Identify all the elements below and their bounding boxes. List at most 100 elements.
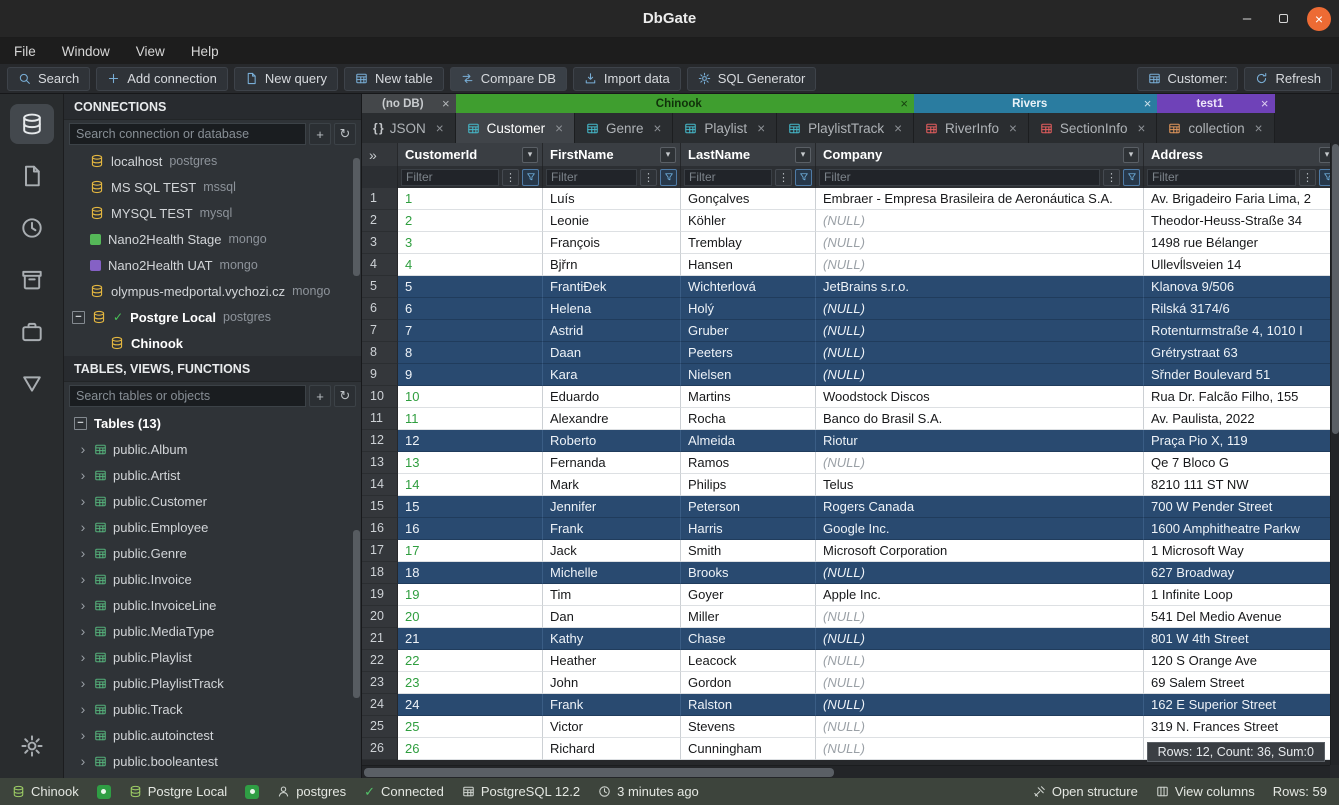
connection-search-input[interactable] — [69, 123, 306, 145]
filter-funnel-icon[interactable] — [660, 169, 677, 186]
row-number[interactable]: 19 — [362, 584, 398, 606]
menu-window[interactable]: Window — [62, 44, 110, 59]
table-row[interactable]: 77AstridGruber(NULL)Rotenturmstraße 4, 1… — [362, 320, 1339, 342]
chevron-right-icon[interactable]: › — [78, 441, 88, 457]
cell-company[interactable]: (NULL) — [816, 298, 1144, 320]
filter-input-address[interactable] — [1147, 169, 1296, 186]
cell-firstname[interactable]: Fernanda — [543, 452, 681, 474]
cell-firstname[interactable]: Tim — [543, 584, 681, 606]
chevron-right-icon[interactable]: › — [78, 545, 88, 561]
cell-firstname[interactable]: John — [543, 672, 681, 694]
cell-address[interactable]: 8210 111 ST NW — [1144, 474, 1339, 496]
cell-customerid[interactable]: 3 — [398, 232, 543, 254]
cell-customerid[interactable]: 23 — [398, 672, 543, 694]
row-number[interactable]: 22 — [362, 650, 398, 672]
cell-firstname[interactable]: Astrid — [543, 320, 681, 342]
close-button[interactable]: × — [1307, 7, 1331, 31]
table-public-track[interactable]: ›public.Track — [64, 696, 361, 722]
add-connection-button[interactable]: Add connection — [96, 67, 228, 91]
filter-menu-icon[interactable]: ⋮ — [502, 169, 519, 186]
maximize-button[interactable] — [1271, 7, 1295, 31]
cell-address[interactable]: Praça Pio X, 119 — [1144, 430, 1339, 452]
status-postgres[interactable]: postgres — [277, 784, 346, 799]
cell-company[interactable]: (NULL) — [816, 672, 1144, 694]
cell-address[interactable]: Rua Dr. Falcão Filho, 155 — [1144, 386, 1339, 408]
filter-input-lastname[interactable] — [684, 169, 772, 186]
compare-db-button[interactable]: Compare DB — [450, 67, 567, 91]
cell-company[interactable]: Woodstock Discos — [816, 386, 1144, 408]
connection-nano2health-stage[interactable]: Nano2Health Stagemongo — [64, 226, 361, 252]
status-postgresql-12-2[interactable]: PostgreSQL 12.2 — [462, 784, 580, 799]
chevron-right-icon[interactable]: › — [78, 571, 88, 587]
row-number[interactable]: 25 — [362, 716, 398, 738]
row-number[interactable]: 9 — [362, 364, 398, 386]
row-number[interactable]: 21 — [362, 628, 398, 650]
row-number[interactable]: 1 — [362, 188, 398, 210]
db-band-rivers[interactable]: Rivers× — [914, 94, 1157, 113]
cell-address[interactable]: Av. Paulista, 2022 — [1144, 408, 1339, 430]
chevron-right-icon[interactable]: › — [78, 649, 88, 665]
cell-customerid[interactable]: 2 — [398, 210, 543, 232]
rail-history-button[interactable] — [10, 208, 54, 248]
cell-customerid[interactable]: 9 — [398, 364, 543, 386]
tab-playlisttrack[interactable]: PlaylistTrack× — [777, 113, 914, 143]
table-row[interactable]: 99KaraNielsen(NULL)Sřnder Boulevard 51 — [362, 364, 1339, 386]
cell-company[interactable]: Rogers Canada — [816, 496, 1144, 518]
row-number[interactable]: 11 — [362, 408, 398, 430]
column-header-address[interactable]: Address▾ — [1144, 143, 1339, 166]
table-public-booleantest[interactable]: ›public.booleantest — [64, 748, 361, 774]
column-header-firstname[interactable]: FirstName▾ — [543, 143, 681, 166]
cell-company[interactable]: Riotur — [816, 430, 1144, 452]
vertical-scrollbar[interactable] — [1330, 143, 1339, 765]
cell-customerid[interactable]: 5 — [398, 276, 543, 298]
cell-address[interactable]: 801 W 4th Street — [1144, 628, 1339, 650]
cell-customerid[interactable]: 20 — [398, 606, 543, 628]
cell-company[interactable]: (NULL) — [816, 606, 1144, 628]
close-icon[interactable]: × — [1137, 121, 1145, 136]
cell-company[interactable]: (NULL) — [816, 320, 1144, 342]
cell-company[interactable]: (NULL) — [816, 254, 1144, 276]
rail-filters-button[interactable] — [10, 364, 54, 404]
cell-customerid[interactable]: 6 — [398, 298, 543, 320]
status-postgre-local[interactable]: Postgre Local — [129, 784, 228, 799]
table-public-mediatype[interactable]: ›public.MediaType — [64, 618, 361, 644]
rail-apps-button[interactable] — [10, 312, 54, 352]
tab-collection[interactable]: collection× — [1157, 113, 1274, 143]
cell-customerid[interactable]: 22 — [398, 650, 543, 672]
collapse-icon[interactable]: − — [72, 311, 85, 324]
table-row[interactable]: 1818MichelleBrooks(NULL)627 Broadway — [362, 562, 1339, 584]
import-data-button[interactable]: Import data — [573, 67, 681, 91]
table-row[interactable]: 1919TimGoyerApple Inc.1 Infinite Loop — [362, 584, 1339, 606]
cell-company[interactable]: Apple Inc. — [816, 584, 1144, 606]
cell-customerid[interactable]: 16 — [398, 518, 543, 540]
close-icon[interactable]: × — [1144, 96, 1152, 111]
table-row[interactable]: 33FrançoisTremblay(NULL)1498 rue Bélange… — [362, 232, 1339, 254]
cell-firstname[interactable]: François — [543, 232, 681, 254]
table-row[interactable]: 1515JenniferPetersonRogers Canada700 W P… — [362, 496, 1339, 518]
table-public-employee[interactable]: ›public.Employee — [64, 514, 361, 540]
table-row[interactable]: 55FrantiĐekWichterlováJetBrains s.r.o.Kl… — [362, 276, 1339, 298]
close-icon[interactable]: × — [436, 121, 444, 136]
cell-firstname[interactable]: Michelle — [543, 562, 681, 584]
vertical-scrollbar-thumb[interactable] — [1332, 144, 1339, 434]
table-row[interactable]: 2222HeatherLeacock(NULL)120 S Orange Ave — [362, 650, 1339, 672]
cell-lastname[interactable]: Almeida — [681, 430, 816, 452]
add-table-icon[interactable]: + — [309, 385, 331, 407]
cell-address[interactable]: Theodor-Heuss-Straße 34 — [1144, 210, 1339, 232]
filter-input-firstname[interactable] — [546, 169, 637, 186]
chevron-right-icon[interactable]: › — [78, 753, 88, 769]
filter-menu-icon[interactable]: ⋮ — [640, 169, 657, 186]
cell-address[interactable]: Av. Brigadeiro Faria Lima, 2 — [1144, 188, 1339, 210]
menu-view[interactable]: View — [136, 44, 165, 59]
cell-company[interactable]: (NULL) — [816, 452, 1144, 474]
settings-button[interactable] — [10, 726, 54, 766]
row-number[interactable]: 13 — [362, 452, 398, 474]
cell-lastname[interactable]: Goyer — [681, 584, 816, 606]
close-icon[interactable]: × — [757, 121, 765, 136]
table-row[interactable]: 11LuísGonçalvesEmbraer - Empresa Brasile… — [362, 188, 1339, 210]
cell-lastname[interactable]: Gruber — [681, 320, 816, 342]
cell-customerid[interactable]: 4 — [398, 254, 543, 276]
filter-funnel-icon[interactable] — [522, 169, 539, 186]
cell-address[interactable]: Grétrystraat 63 — [1144, 342, 1339, 364]
row-number[interactable]: 10 — [362, 386, 398, 408]
